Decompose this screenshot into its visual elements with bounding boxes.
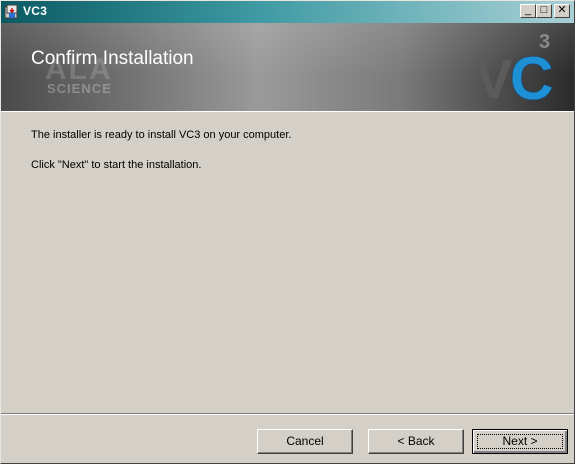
installer-icon [4,4,20,20]
watermark-science: SCIENCE [47,81,112,96]
next-button[interactable]: Next > [472,429,568,454]
maximize-icon: □ [540,4,548,16]
ready-message: The installer is ready to install VC3 on… [31,129,292,141]
cancel-button-label: Cancel [286,434,324,448]
back-button[interactable]: < Back [368,429,464,454]
button-separator [1,413,574,415]
page-title: Confirm Installation [31,48,194,69]
logo-superscript: 3 [539,31,551,53]
minimize-button[interactable]: _ [520,4,536,18]
close-icon: ✕ [557,4,567,16]
window-title: VC3 [23,4,48,18]
header-banner: ALA SCIENCE Confirm Installation V C 3 [1,23,574,112]
cancel-button[interactable]: Cancel [257,429,353,454]
close-button[interactable]: ✕ [554,4,570,18]
back-button-label: < Back [397,434,435,448]
installer-window: VC3 _ □ ✕ ALA SCIENCE Confirm Installati… [0,0,575,464]
title-bar[interactable]: VC3 _ □ ✕ [1,1,574,23]
next-button-label: Next > [502,434,538,448]
instruction-message: Click "Next" to start the installation. [31,159,202,171]
logo-letter-c: C [510,45,554,112]
maximize-button[interactable]: □ [536,4,552,18]
logo-letter-v: V [475,47,513,110]
content-area: The installer is ready to install VC3 on… [1,112,574,412]
minimize-icon: _ [524,4,532,16]
